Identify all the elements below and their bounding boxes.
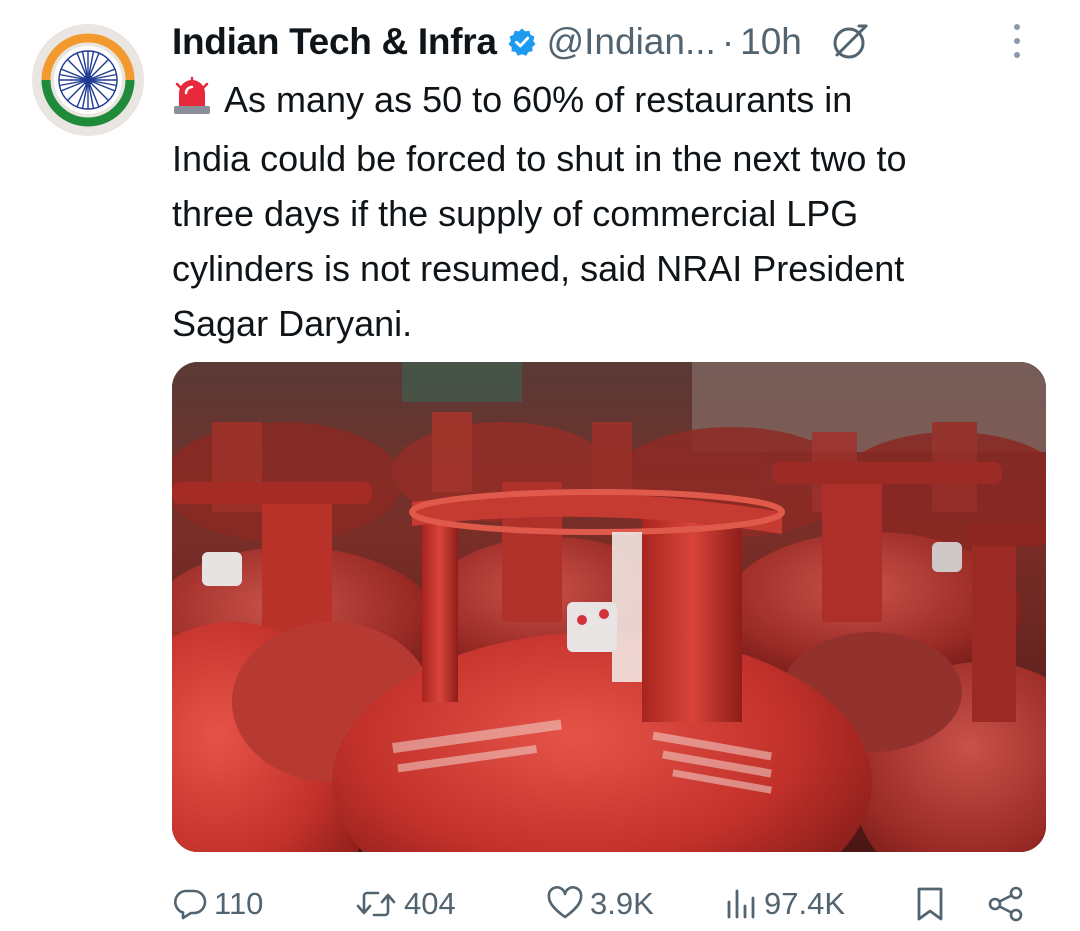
reply-count: 110 — [214, 886, 264, 921]
reply-button[interactable]: 110 — [172, 878, 263, 930]
tweet-line-4: cylinders is not resumed, said NRAI Pres… — [172, 248, 905, 289]
separator-dot: · — [721, 21, 735, 62]
like-button[interactable]: 3.9K — [546, 878, 654, 930]
tweet-timestamp[interactable]: 10h — [740, 14, 802, 70]
tweet-actions: 110 404 3.9K 97.4K — [172, 878, 1032, 930]
tweet-line-3: three days if the supply of commercial L… — [172, 193, 859, 234]
repost-count: 404 — [404, 886, 456, 921]
tweet-text: As many as 50 to 60% of restaurants in I… — [172, 72, 1052, 351]
reply-icon — [174, 889, 207, 920]
like-count: 3.9K — [590, 886, 654, 921]
bookmark-icon — [917, 887, 943, 921]
india-flag-chakra-icon — [32, 24, 144, 136]
tweet-media-image[interactable] — [172, 362, 1046, 852]
lpg-cylinders-photo — [172, 362, 1046, 852]
views-count: 97.4K — [764, 886, 846, 921]
author-display-name[interactable]: Indian Tech & Infra — [172, 14, 497, 70]
views-chart-icon — [727, 889, 755, 919]
tweet-line-1: As many as 50 to 60% of restaurants in — [172, 72, 1052, 131]
bookmark-button[interactable] — [914, 878, 946, 930]
tweet-line-5: Sagar Daryani. — [172, 303, 413, 344]
author-handle[interactable]: @Indian... — [547, 14, 716, 70]
tweet-header: Indian Tech & Infra @Indian... · 10h — [172, 14, 1060, 70]
verified-badge-icon[interactable] — [507, 27, 537, 57]
heart-icon — [547, 886, 583, 919]
author-avatar[interactable] — [32, 24, 144, 136]
tweet-line-2: India could be forced to shut in the nex… — [172, 138, 907, 179]
grok-icon[interactable] — [828, 20, 872, 64]
share-button[interactable] — [986, 878, 1026, 930]
repost-icon — [356, 891, 396, 917]
share-icon — [988, 886, 1023, 922]
more-options-icon[interactable] — [1014, 24, 1020, 58]
views-button[interactable]: 97.4K — [724, 878, 845, 930]
repost-button[interactable]: 404 — [354, 878, 456, 930]
siren-icon — [172, 76, 212, 131]
